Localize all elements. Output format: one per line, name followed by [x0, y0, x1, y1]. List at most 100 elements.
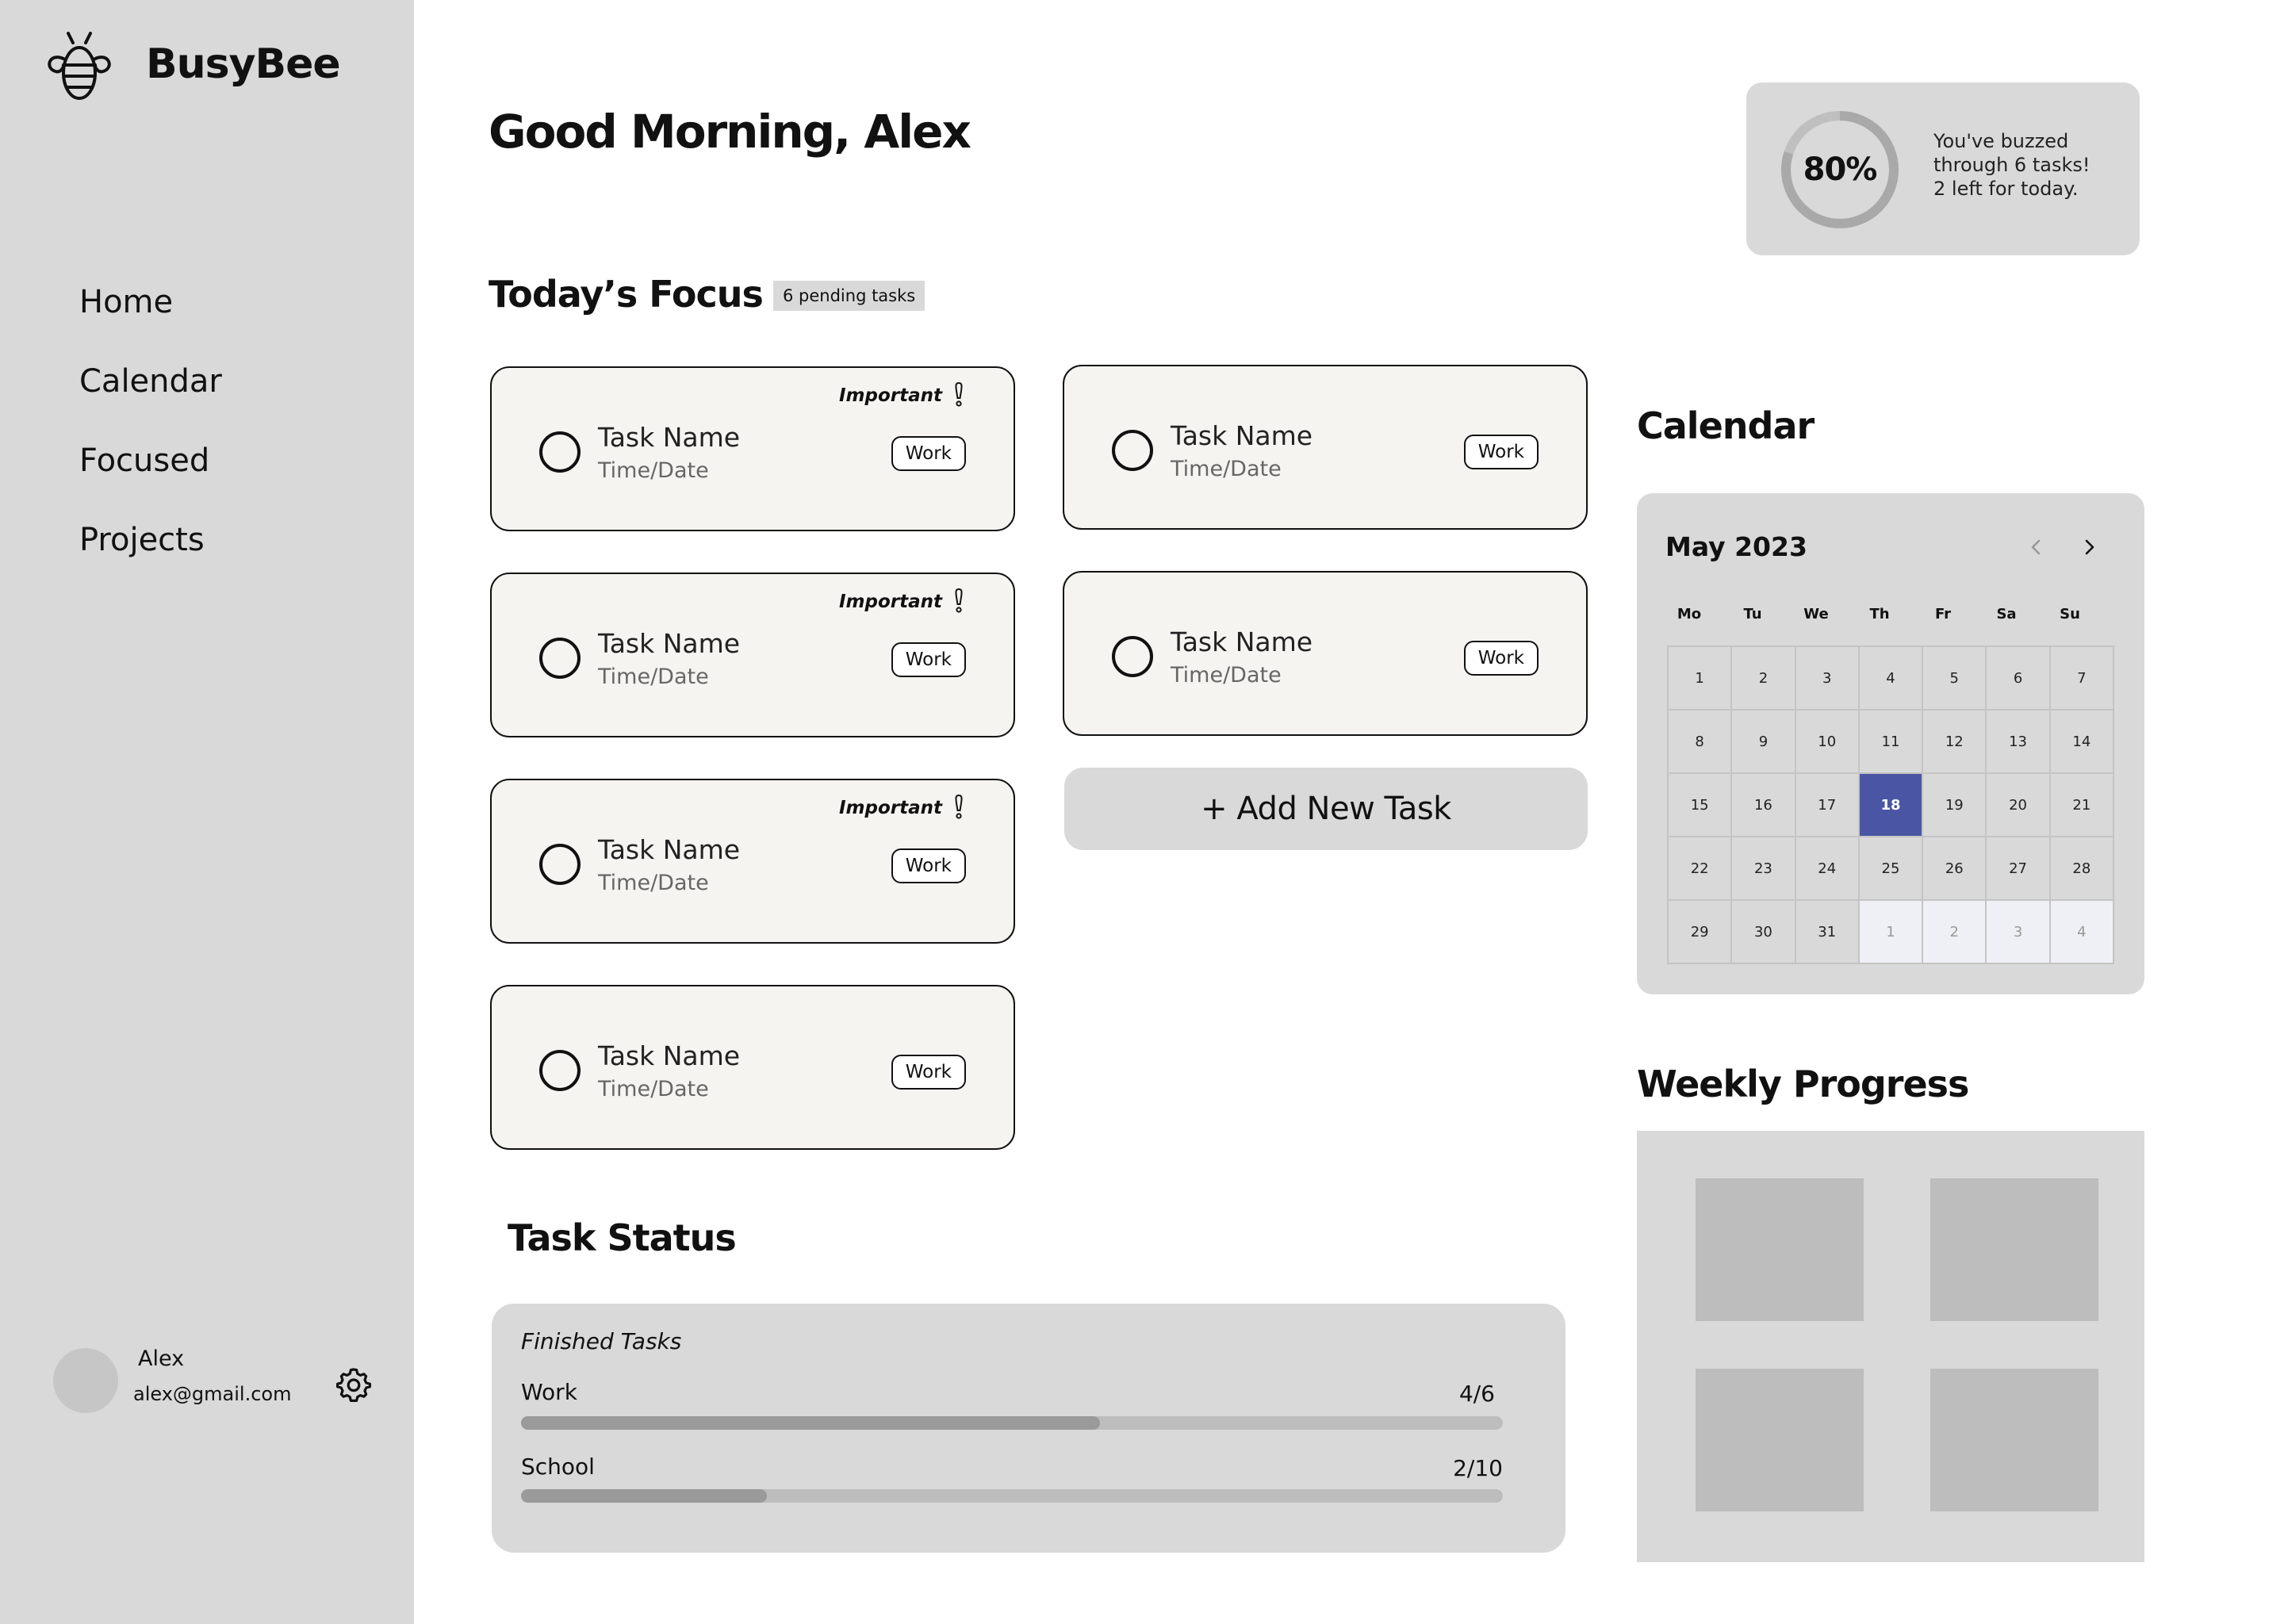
task-tag[interactable]: Work — [1463, 435, 1539, 469]
calendar-day[interactable]: 24 — [1795, 837, 1859, 900]
important-label: Important — [838, 798, 942, 818]
task-name: Task Name — [598, 422, 741, 453]
calendar-day[interactable]: 22 — [1668, 837, 1732, 900]
calendar-grid: 1 2 3 4 5 6 7 8 9 10 11 12 13 14 15 16 17 18 19 20 21 22 23 24 2… — [1667, 645, 2114, 964]
user-email: alex@gmail.com — [133, 1383, 292, 1405]
calendar-day[interactable]: 20 — [1986, 773, 2050, 837]
chevron-left-icon[interactable] — [2025, 530, 2046, 565]
calendar-day[interactable]: 8 — [1668, 710, 1732, 773]
calendar-day[interactable]: 19 — [1922, 773, 1987, 837]
weekday-su: Su — [2060, 606, 2080, 622]
task-tag[interactable]: Work — [1463, 641, 1539, 676]
task-time: Time/Date — [598, 665, 709, 689]
summary-line: 2 left for today. — [1933, 178, 2079, 200]
calendar-day[interactable]: 2 — [1731, 646, 1795, 710]
focus-title: Today’s Focus — [489, 273, 764, 316]
calendar-day[interactable]: 31 — [1795, 900, 1859, 963]
calendar-day[interactable]: 26 — [1922, 837, 1987, 900]
weekly-progress-tile — [1696, 1178, 1864, 1321]
task-card[interactable]: Task Name Time/Date Work — [490, 985, 1015, 1150]
circle-checkbox-icon[interactable] — [1112, 636, 1153, 677]
status-label-school: School — [521, 1454, 595, 1480]
task-card[interactable]: Task Name Time/Date Work — [1063, 365, 1588, 530]
calendar-day[interactable]: 12 — [1922, 710, 1987, 773]
nav-item-focused[interactable]: Focused — [79, 439, 209, 482]
avatar[interactable] — [53, 1348, 118, 1413]
task-time: Time/Date — [1171, 457, 1282, 481]
weekday-th: Th — [1869, 606, 1890, 622]
calendar-day[interactable]: 4 — [2049, 900, 2113, 963]
calendar-day[interactable]: 29 — [1668, 900, 1732, 963]
weekday-mo: Mo — [1677, 606, 1702, 622]
progress-bar-school — [521, 1489, 1503, 1503]
task-time: Time/Date — [598, 1077, 709, 1101]
calendar-day[interactable]: 7 — [2049, 646, 2113, 710]
task-tag[interactable]: Work — [891, 848, 966, 883]
bee-icon — [48, 32, 111, 100]
app-brand[interactable]: BusyBee — [146, 36, 341, 92]
weekday-tu: Tu — [1743, 606, 1762, 622]
task-tag[interactable]: Work — [891, 436, 966, 471]
calendar-day[interactable]: 11 — [1858, 710, 1923, 773]
important-label: Important — [838, 592, 942, 612]
chevron-right-icon[interactable] — [2079, 530, 2100, 565]
calendar-month: May 2023 — [1665, 531, 1807, 562]
weekly-progress-tile — [1696, 1369, 1864, 1511]
circle-checkbox-icon[interactable] — [1112, 430, 1153, 471]
circle-checkbox-icon[interactable] — [539, 844, 581, 885]
task-tag[interactable]: Work — [891, 642, 966, 677]
add-task-button[interactable]: + Add New Task — [1064, 768, 1588, 850]
calendar-day[interactable]: 14 — [2049, 710, 2113, 773]
exclamation-icon — [955, 381, 963, 407]
calendar-day[interactable]: 25 — [1858, 837, 1923, 900]
nav-item-home[interactable]: Home — [79, 281, 173, 324]
calendar-day[interactable]: 15 — [1668, 773, 1732, 837]
calendar-day-selected[interactable]: 18 — [1858, 773, 1923, 837]
task-time: Time/Date — [598, 458, 709, 483]
task-card[interactable]: Task Name Time/Date Work — [1063, 571, 1588, 736]
weekly-progress-tile — [1930, 1369, 2098, 1511]
user-name: Alex — [138, 1346, 185, 1371]
calendar-day[interactable]: 3 — [1795, 646, 1859, 710]
calendar-day[interactable]: 6 — [1986, 646, 2050, 710]
task-card[interactable]: Task Name Time/Date Work Important — [490, 779, 1015, 944]
calendar-day[interactable]: 13 — [1986, 710, 2050, 773]
calendar-day[interactable]: 27 — [1986, 837, 2050, 900]
calendar-day[interactable]: 28 — [2049, 837, 2113, 900]
calendar-day[interactable]: 5 — [1922, 646, 1987, 710]
circle-checkbox-icon[interactable] — [539, 638, 581, 679]
calendar-day[interactable]: 16 — [1731, 773, 1795, 837]
nav-item-calendar[interactable]: Calendar — [79, 360, 222, 403]
circle-checkbox-icon[interactable] — [539, 431, 581, 473]
calendar-day[interactable]: 23 — [1731, 837, 1795, 900]
calendar-day[interactable]: 21 — [2049, 773, 2113, 837]
calendar-day[interactable]: 1 — [1858, 900, 1923, 963]
circle-checkbox-icon[interactable] — [539, 1050, 581, 1091]
task-card[interactable]: Task Name Time/Date Work Important — [490, 366, 1015, 531]
calendar-day[interactable]: 10 — [1795, 710, 1859, 773]
summary-text: You've buzzed through 6 tasks! 2 left fo… — [1933, 129, 2116, 201]
task-tag[interactable]: Work — [891, 1055, 966, 1090]
task-name: Task Name — [598, 1040, 741, 1071]
calendar-day[interactable]: 4 — [1858, 646, 1923, 710]
weekday-fr: Fr — [1934, 606, 1952, 622]
nav-item-projects[interactable]: Projects — [79, 519, 205, 561]
sidebar: BusyBee Home Calendar Focused Projects A… — [0, 0, 414, 1624]
calendar-day[interactable]: 1 — [1668, 646, 1732, 710]
task-name: Task Name — [1171, 420, 1313, 451]
calendar-day[interactable]: 3 — [1986, 900, 2050, 963]
weekday-sa: Sa — [1996, 606, 2017, 622]
status-count-school: 2/10 — [1453, 1455, 1503, 1481]
calendar-day[interactable]: 30 — [1731, 900, 1795, 963]
gear-icon[interactable] — [335, 1365, 373, 1404]
progress-bar-fill — [521, 1489, 767, 1503]
calendar-day[interactable]: 17 — [1795, 773, 1859, 837]
weekly-progress-tile — [1930, 1178, 2098, 1321]
task-name: Task Name — [1171, 626, 1313, 657]
task-card[interactable]: Task Name Time/Date Work Important — [490, 573, 1015, 737]
calendar-day[interactable]: 2 — [1922, 900, 1987, 963]
summary-line: You've buzzed — [1933, 130, 2069, 152]
status-label-work: Work — [521, 1379, 577, 1405]
calendar-day[interactable]: 9 — [1731, 710, 1795, 773]
progress-bar-fill — [521, 1416, 1101, 1430]
